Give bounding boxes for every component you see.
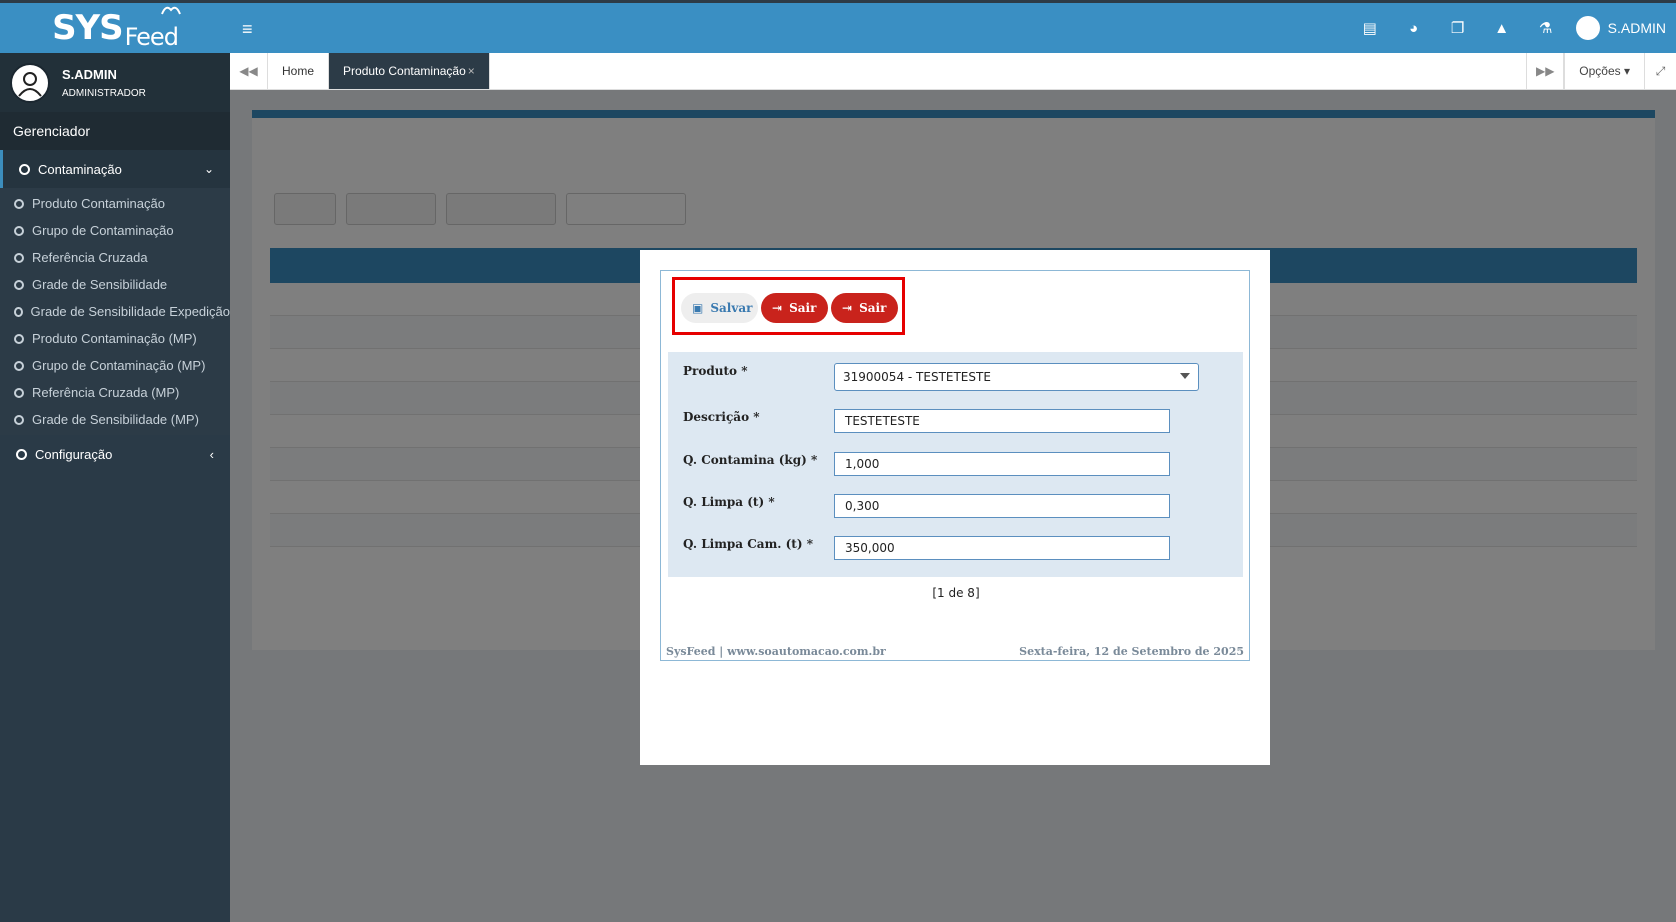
brand-logo-area[interactable]: SYSFeed [0,0,230,53]
avatar [10,62,50,103]
options-dropdown[interactable]: Opções ▾ [1564,53,1644,89]
logo-main-text: SYS [52,8,124,48]
save-label: Salvar [710,301,753,315]
section-title: Gerenciador [0,112,230,150]
sidebar-item-label: Referência Cruzada [32,250,148,265]
sidebar-item-referencia-cruzada[interactable]: Referência Cruzada [0,244,230,271]
sidebar-item-label: Grupo de Contaminação (MP) [32,358,206,373]
descricao-field[interactable]: TESTETESTE [834,409,1170,433]
q-limpa-cam-label: Q. Limpa Cam. (t) * [683,537,813,551]
menu-group-contaminacao[interactable]: Contaminação ⌄ [0,150,230,188]
form-frame: ▣ Salvar ⇥ Sair ⇥ Sair Produto * 31900054 -… [660,270,1250,661]
options-label: Opções [1579,64,1621,78]
circle-icon [14,252,24,263]
top-user-name: S.ADMIN [1607,20,1666,36]
sysfeed-logo: SYSFeed [52,6,181,51]
sidebar-item-label: Grade de Sensibilidade (MP) [32,412,199,427]
avatar [1575,16,1600,40]
sidebar-item-produto-contaminacao[interactable]: Produto Contaminação [0,190,230,217]
sidebar-item-grade-sensibilidade[interactable]: Grade de Sensibilidade [0,271,230,298]
tab-label: Home [282,64,315,78]
chevron-left-icon: ‹ [209,446,214,462]
circle-icon [14,414,24,425]
circle-icon [14,333,24,344]
tab-produto-contaminacao[interactable]: Produto Contaminação × [329,53,490,89]
tab-label: Produto Contaminação [343,64,466,78]
sidebar: SYSFeed S.ADMIN ADMINISTRADOR Gerenciado… [0,0,230,922]
record-pager: [1 de 8] [932,586,980,600]
sidebar-item-label: Produto Contaminação (MP) [32,331,197,346]
menu-group-label: Contaminação [38,161,122,177]
caret-down-icon [1180,373,1190,379]
sidebar-item-grade-sensibilidade-mp[interactable]: Grade de Sensibilidade (MP) [0,406,230,433]
fullscreen-icon[interactable]: ⤢ [1644,53,1676,89]
tab-scroll-right-icon[interactable]: ▶▶ [1526,53,1565,89]
exit-button-secondary[interactable]: ⇥ Sair [831,293,898,323]
q-contamina-label: Q. Contamina (kg) * [683,453,818,467]
circle-icon [14,225,24,236]
sidebar-item-label: Referência Cruzada (MP) [32,385,180,400]
footer-date: Sexta-feira, 12 de Setembro de 2025 [1019,645,1244,658]
menu-group-label: Configuração [35,446,113,462]
chevron-down-icon: ⌄ [203,162,214,176]
tab-home[interactable]: Home [268,53,330,89]
q-contamina-field[interactable]: 1,000 [834,452,1170,476]
close-icon[interactable]: × [468,64,475,78]
user-icon [18,71,42,97]
sidebar-item-grade-sensibilidade-expedicao[interactable]: Grade de Sensibilidade Expedição [0,298,230,325]
flask-icon[interactable]: ⚗ [1524,19,1568,37]
top-user-menu[interactable]: S.ADMIN [1575,16,1666,40]
footer-site: SysFeed | www.soautomacao.com.br [666,645,886,658]
leaf-icon [161,6,181,15]
modal-dialog: ▣ Salvar ⇥ Sair ⇥ Sair Produto * 31900054 -… [640,250,1270,765]
sub-menu: Produto Contaminação Grupo de Contaminaç… [0,188,230,435]
save-button[interactable]: ▣ Salvar [681,293,758,323]
exit-label: Sair [789,301,817,315]
circle-icon [14,360,24,371]
sidebar-item-produto-contaminacao-mp[interactable]: Produto Contaminação (MP) [0,325,230,352]
sidebar-item-label: Produto Contaminação [32,196,165,211]
menu-toggle-icon[interactable]: ≡ [242,19,253,40]
pie-chart-icon[interactable]: ◕ [1392,20,1436,37]
sign-out-icon: ⇥ [842,301,853,315]
exit-button[interactable]: ⇥ Sair [761,293,828,323]
circle-icon [19,163,30,175]
circle-icon [14,279,24,290]
sidebar-item-grupo-contaminacao-mp[interactable]: Grupo de Contaminação (MP) [0,352,230,379]
tab-bar: ◀◀ Home Produto Contaminação × ▶▶ Opções … [230,53,1676,90]
floppy-icon: ▣ [692,301,704,315]
copy-icon[interactable]: ❐ [1436,19,1480,37]
warning-icon[interactable]: ▲ [1480,20,1524,37]
user-panel: S.ADMIN ADMINISTRADOR [0,53,230,112]
circle-icon [14,198,24,209]
top-bar: ≡ ▤ ◕ ❐ ▲ ⚗ S.ADMIN [230,0,1676,53]
toolbar-highlight: ▣ Salvar ⇥ Sair ⇥ Sair [672,277,905,335]
logo-sub-text: Feed [124,23,179,51]
user-name: S.ADMIN [62,66,117,82]
q-limpa-field[interactable]: 0,300 [834,494,1170,518]
sidebar-item-label: Grade de Sensibilidade [32,277,168,292]
produto-selected-value: 31900054 - TESTETESTE [843,370,991,384]
sign-out-icon: ⇥ [772,301,783,315]
produto-label: Produto * [683,364,748,378]
sidebar-item-label: Grade de Sensibilidade Expedição [30,304,230,319]
sidebar-item-grupo-contaminacao[interactable]: Grupo de Contaminação [0,217,230,244]
menu-group-configuracao[interactable]: Configuração ‹ [0,435,230,473]
descricao-label: Descrição * [683,410,760,424]
q-limpa-label: Q. Limpa (t) * [683,495,775,509]
sidebar-item-label: Grupo de Contaminação [32,223,174,238]
user-role: ADMINISTRADOR [62,87,146,99]
sidebar-item-referencia-cruzada-mp[interactable]: Referência Cruzada (MP) [0,379,230,406]
form-area: Produto * 31900054 - TESTETESTE Descriçã… [668,352,1243,577]
circle-icon [14,387,24,398]
q-limpa-cam-field[interactable]: 350,000 [834,536,1170,560]
document-icon[interactable]: ▤ [1348,19,1392,37]
circle-icon [14,306,23,317]
exit-label: Sair [859,301,887,315]
tab-scroll-left-icon[interactable]: ◀◀ [230,53,268,89]
circle-icon [16,448,27,460]
produto-select[interactable]: 31900054 - TESTETESTE [834,363,1199,391]
